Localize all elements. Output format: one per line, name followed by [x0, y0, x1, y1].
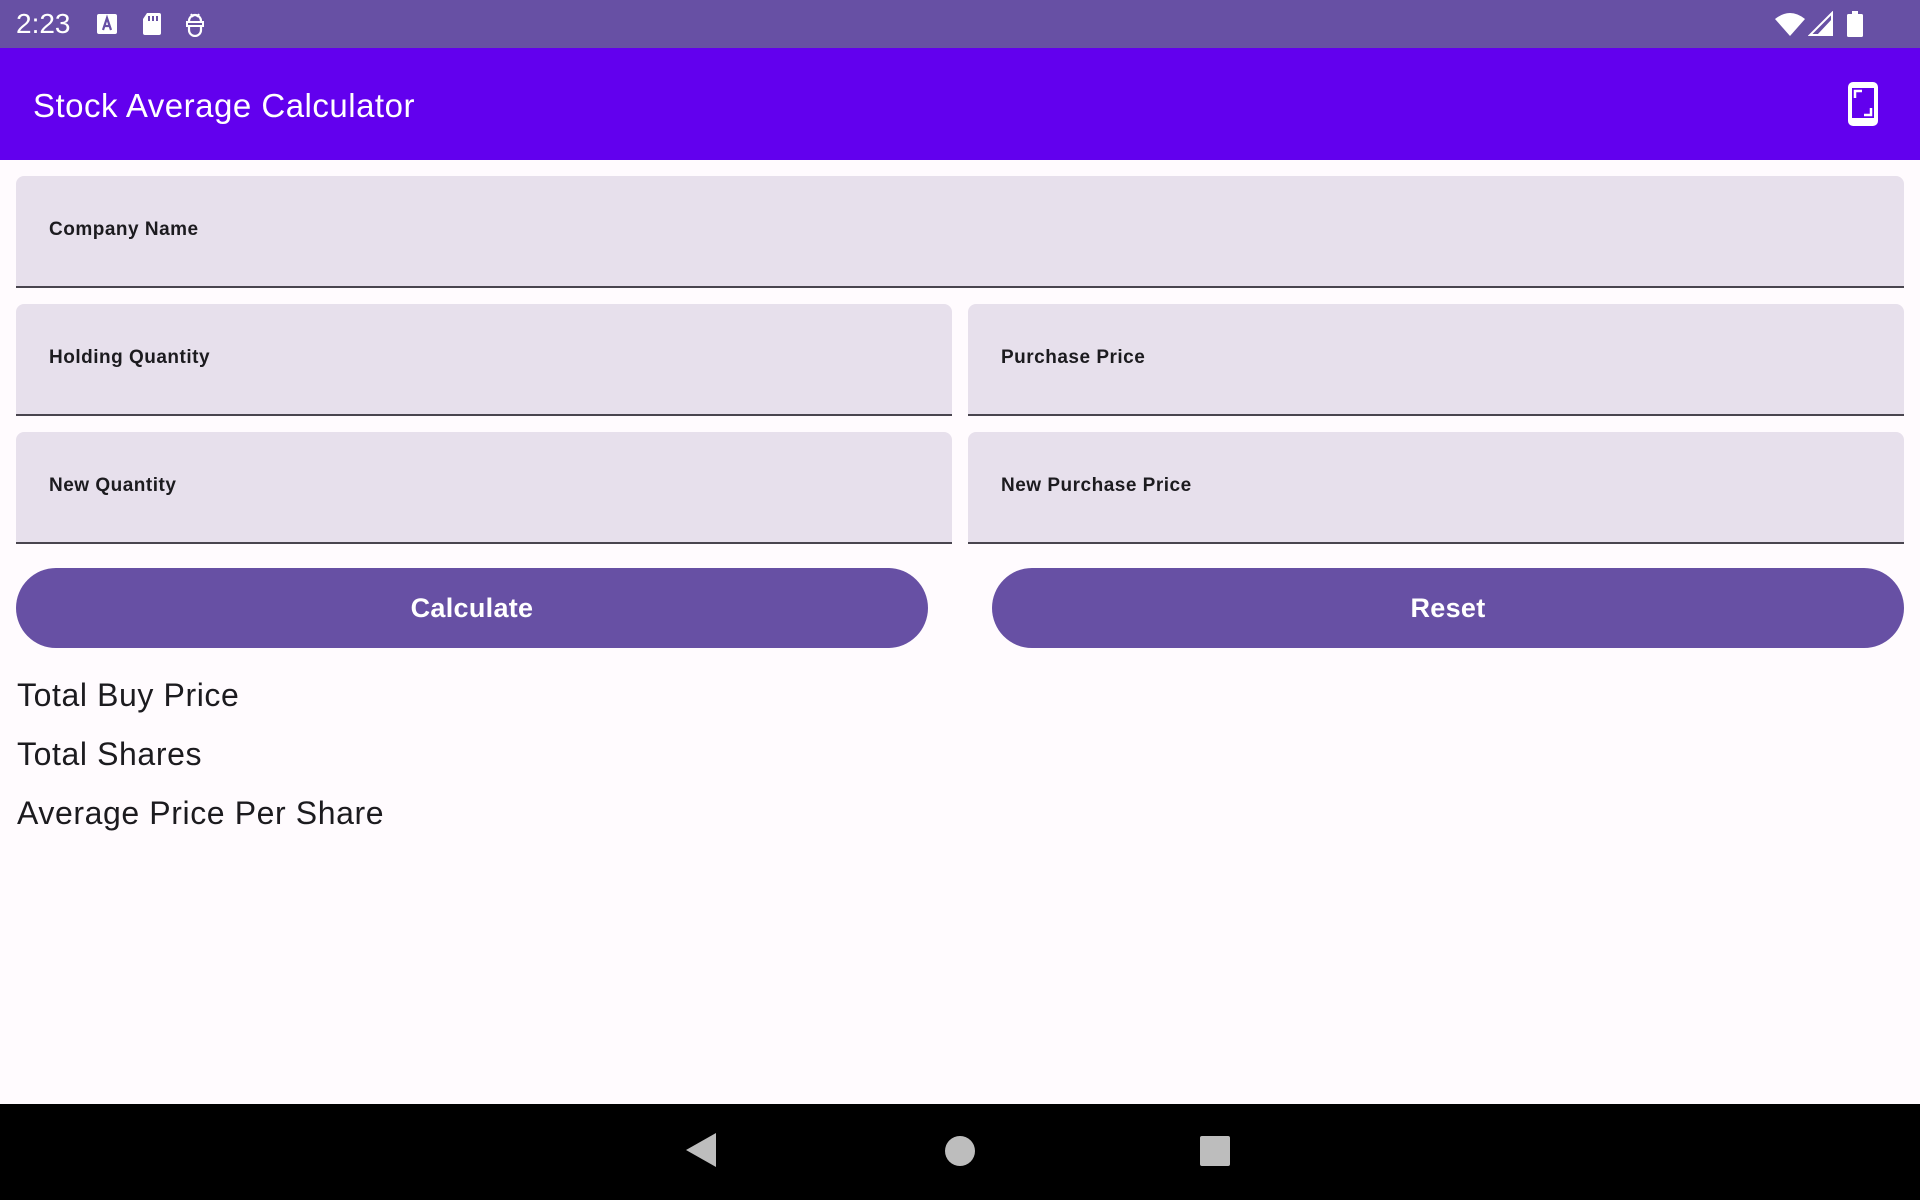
reset-button[interactable]: Reset	[992, 568, 1904, 648]
back-icon[interactable]	[684, 1131, 718, 1169]
new-quantity-field[interactable]: New Quantity	[16, 432, 952, 544]
average-price-per-share-text: Average Price Per Share	[17, 795, 385, 831]
new-purchase-price-field[interactable]: New Purchase Price	[968, 432, 1904, 544]
company-name-label: Company Name	[49, 219, 199, 240]
app-title: Stock Average Calculator	[33, 87, 415, 124]
home-icon[interactable]	[944, 1135, 976, 1167]
company-name-field[interactable]: Company Name	[16, 176, 1904, 288]
new-quantity-label: New Quantity	[49, 475, 177, 496]
purchase-price-label: Purchase Price	[1001, 347, 1146, 368]
font-notification-icon	[97, 14, 117, 34]
robot-notification-icon	[186, 13, 204, 37]
total-buy-price-text: Total Buy Price	[17, 677, 240, 713]
cellular-signal-icon	[1808, 11, 1833, 36]
new-purchase-price-label: New Purchase Price	[1001, 475, 1192, 496]
holding-quantity-field[interactable]: Holding Quantity	[16, 304, 952, 416]
holding-quantity-label: Holding Quantity	[49, 347, 211, 368]
screen-rotation-icon[interactable]	[1846, 81, 1880, 127]
app-bar: Stock Average Calculator	[0, 48, 1920, 160]
sd-card-icon	[143, 13, 161, 35]
battery-icon	[1847, 11, 1863, 37]
navigation-bar	[0, 1104, 1920, 1200]
calculate-button[interactable]: Calculate	[16, 568, 928, 648]
purchase-price-field[interactable]: Purchase Price	[968, 304, 1904, 416]
status-bar: 2:23	[0, 0, 1920, 48]
recents-icon[interactable]	[1199, 1135, 1231, 1167]
status-time: 2:23	[16, 8, 71, 39]
total-shares-text: Total Shares	[17, 736, 203, 772]
wifi-icon	[1775, 13, 1805, 36]
